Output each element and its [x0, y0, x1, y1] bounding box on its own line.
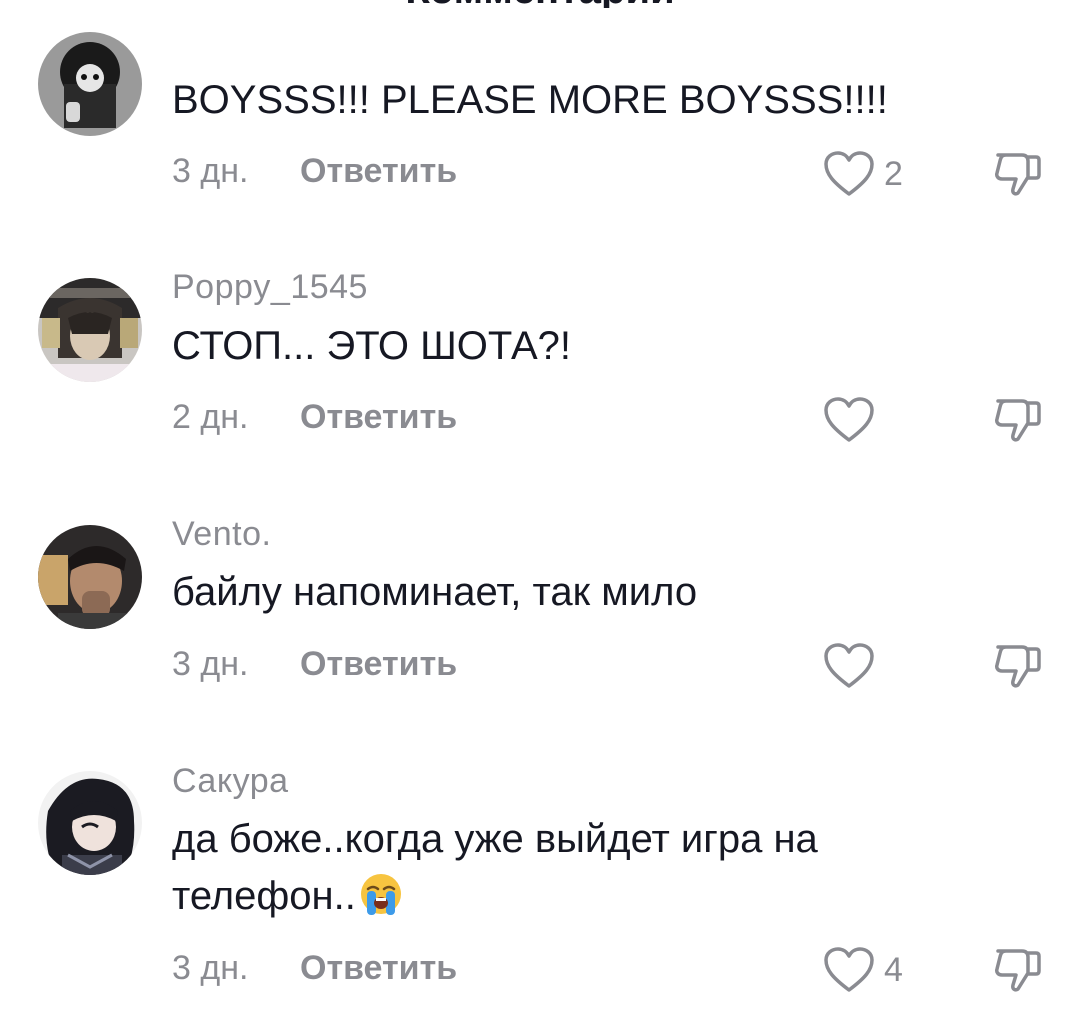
comment-text: да боже..когда уже выйдет игра на телефо… [172, 817, 818, 918]
like-button[interactable] [822, 395, 884, 445]
like-button[interactable]: 2 [822, 149, 903, 199]
like-count: 4 [884, 950, 903, 989]
heart-outline-icon [824, 397, 874, 442]
like-count: 2 [884, 154, 903, 193]
like-button[interactable]: 4 [822, 945, 903, 995]
comment-meta: 3 дн. Ответить [172, 645, 457, 684]
avatar[interactable] [38, 32, 142, 136]
thumbs-down-outline-icon [995, 153, 1041, 196]
comments-header-title: Комментарии [0, 0, 1080, 8]
reply-button[interactable]: Ответить [300, 398, 457, 437]
like-button[interactable] [822, 641, 884, 691]
heart-outline-icon [824, 947, 874, 992]
avatar[interactable] [38, 525, 142, 629]
comment-time: 3 дн. [172, 645, 249, 683]
avatar[interactable] [38, 771, 142, 875]
thumbs-down-outline-icon [995, 949, 1041, 992]
reply-button[interactable]: Ответить [300, 645, 457, 684]
comment-username[interactable]: Poppy_1545 [172, 268, 368, 307]
dislike-button[interactable] [992, 395, 1044, 450]
comment-text: BOYSSS!!! PLEASE MORE BOYSSS!!!! [172, 78, 888, 122]
thumbs-down-outline-icon [995, 399, 1041, 442]
comment-meta: 2 дн. Ответить [172, 398, 457, 437]
comment-time: 2 дн. [172, 398, 249, 436]
comment-time: 3 дн. [172, 152, 249, 190]
comment-meta: 3 дн. Ответить [172, 152, 457, 191]
loudly-crying-face-emoji [360, 874, 401, 915]
avatar[interactable] [38, 278, 142, 382]
dislike-button[interactable] [992, 945, 1044, 1000]
comment-time: 3 дн. [172, 949, 249, 987]
dislike-button[interactable] [992, 641, 1044, 696]
heart-outline-icon [824, 643, 874, 688]
comment-username[interactable]: Сакура [172, 762, 289, 801]
comment-meta: 3 дн. Ответить [172, 949, 457, 988]
heart-outline-icon [824, 151, 874, 196]
comment-username[interactable]: Vento. [172, 515, 271, 554]
comment-text: байлу напоминает, так мило [172, 570, 698, 614]
reply-button[interactable]: Ответить [300, 152, 457, 191]
reply-button[interactable]: Ответить [300, 949, 457, 988]
thumbs-down-outline-icon [995, 645, 1041, 688]
dislike-button[interactable] [992, 149, 1044, 204]
comment-text: СТОП... ЭТО ШОТА?! [172, 324, 572, 368]
